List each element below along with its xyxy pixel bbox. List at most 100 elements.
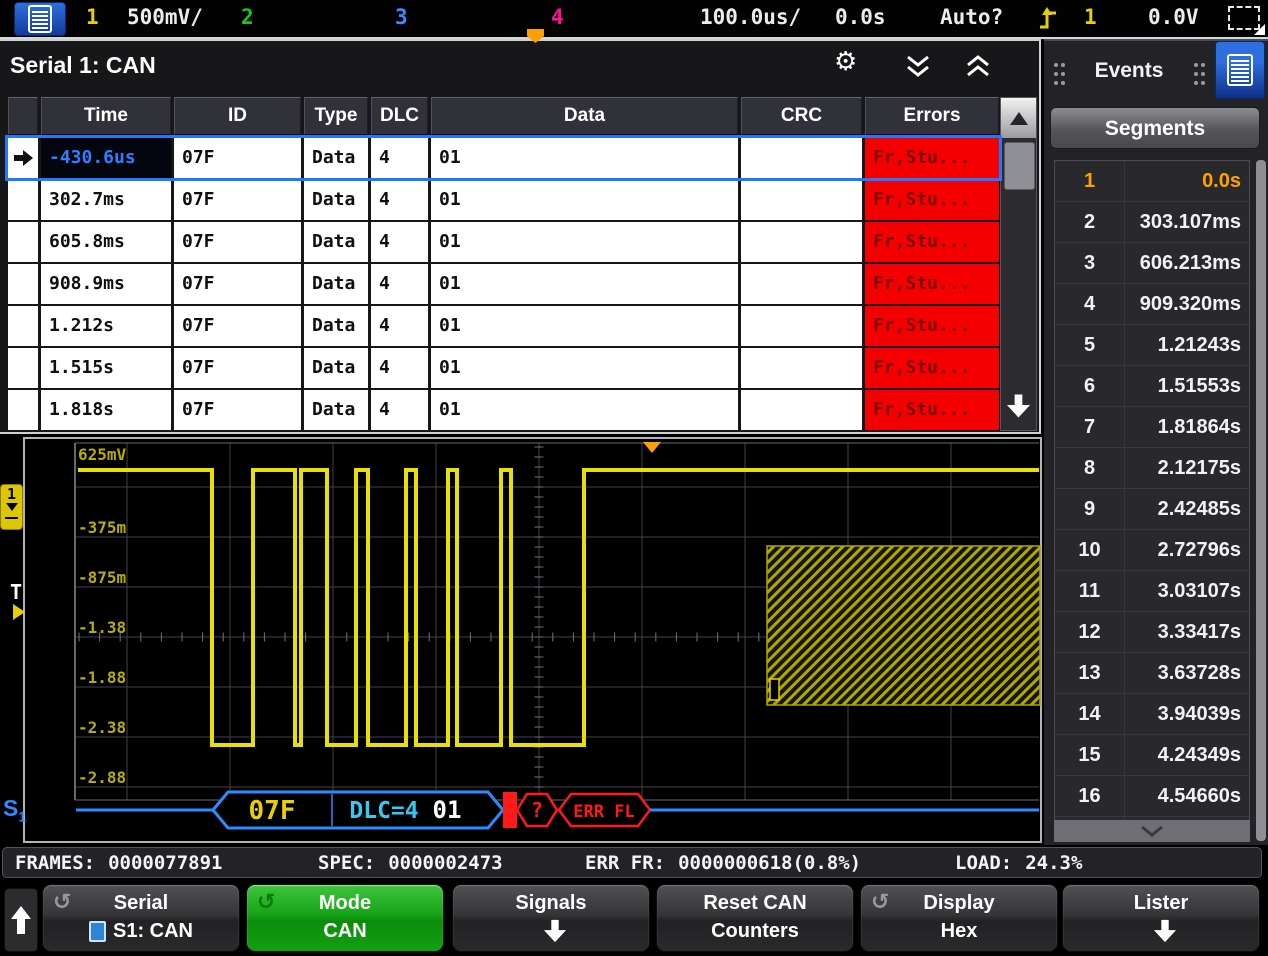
softkey-value: S1: CAN <box>113 920 193 943</box>
cell-type: Data <box>304 306 368 346</box>
softkey-mode[interactable]: ↺ Mode CAN <box>246 884 444 952</box>
channel-3-label[interactable]: 3 <box>395 5 408 29</box>
collapse-down-icon[interactable] <box>904 54 932 85</box>
trigger-level-arrow-icon[interactable] <box>13 604 33 620</box>
segment-number: 8 <box>1055 448 1125 488</box>
cell-dlc: 4 <box>371 138 428 178</box>
cell-time: -430.6us <box>41 138 171 178</box>
frames-counter: FRAMES:0000077891 <box>15 852 222 874</box>
timebase-value[interactable]: 100.0us/ <box>700 5 801 29</box>
segments-scrollbar[interactable] <box>1256 160 1266 841</box>
softkey-reset-can[interactable]: ↺ Reset CAN Counters <box>656 884 854 952</box>
segment-time: 4.24349s <box>1125 735 1249 775</box>
trigger-level-marker-label[interactable]: T <box>10 580 22 604</box>
cell-dlc: 4 <box>371 306 428 346</box>
trigger-level[interactable]: 0.0V <box>1148 5 1199 29</box>
cell-errors: Fr,Stu... <box>865 306 999 346</box>
segment-row[interactable]: 11 3.03107s <box>1055 571 1249 612</box>
trigger-mode[interactable]: Auto? <box>940 5 1003 29</box>
segments-tab-button[interactable]: Segments <box>1050 107 1260 149</box>
lister-header-row: Time ID Type DLC Data CRC Errors <box>8 97 999 135</box>
channel-4-label[interactable]: 4 <box>551 5 564 29</box>
softkey-value: Counters <box>711 920 799 943</box>
segment-time: 909.320ms <box>1125 284 1249 324</box>
softkey-display[interactable]: ↺ Display Hex <box>860 884 1058 952</box>
segment-row[interactable]: 6 1.51553s <box>1055 366 1249 407</box>
row-marker-cell <box>8 306 38 346</box>
channel-1-label[interactable]: 1 <box>86 5 99 29</box>
segment-row[interactable]: 13 3.63728s <box>1055 653 1249 694</box>
cell-id: 07F <box>174 180 301 220</box>
softkey-top-row: ↺ Reset CAN <box>657 892 853 916</box>
segment-row[interactable]: 4 909.320ms <box>1055 284 1249 325</box>
channel-1-ground-marker[interactable]: 1 <box>0 484 23 530</box>
segment-row[interactable]: 16 4.54660s <box>1055 776 1249 817</box>
row-marker-cell <box>8 390 38 430</box>
axis-label: -1.38 <box>78 618 126 637</box>
expand-up-icon[interactable] <box>964 54 992 85</box>
grip-dots-icon[interactable] <box>1192 61 1206 92</box>
softkey-label: Reset CAN <box>703 892 806 914</box>
table-row[interactable]: 1.818s 07F Data 4 01 Fr,Stu... <box>8 390 999 430</box>
softkey-lister[interactable]: ↺ Lister <box>1062 884 1260 952</box>
softkey-label: Mode <box>319 892 371 914</box>
menu-button[interactable] <box>14 2 66 36</box>
softkey-bottom-row <box>453 918 649 944</box>
scrollbar-thumb[interactable] <box>1004 142 1035 190</box>
cursor-arrow-icon <box>1254 24 1265 35</box>
segment-time: 3.03107s <box>1125 571 1249 611</box>
region-select-icon[interactable] <box>1228 6 1260 30</box>
cell-type: Data <box>304 222 368 262</box>
row-marker-cell <box>8 264 38 304</box>
lister-panel-toggle-button[interactable] <box>1215 41 1265 99</box>
gear-icon[interactable]: ⚙ <box>834 47 857 77</box>
softkey-signals[interactable]: ↺ Signals <box>452 884 650 952</box>
segment-number: 14 <box>1055 694 1125 734</box>
softkey-bottom-row: Counters <box>657 918 853 944</box>
segment-row[interactable]: 9 2.42485s <box>1055 489 1249 530</box>
channel-1-marker-label: 1 <box>1 485 22 503</box>
row-marker-cell <box>8 222 38 262</box>
cell-data: 01 <box>431 180 738 220</box>
softkey-serial[interactable]: ↺ Serial S1: CAN <box>42 884 240 952</box>
segments-scroll-more-bar[interactable] <box>1054 820 1250 842</box>
decode-data-text: 01 <box>433 796 462 824</box>
segment-row[interactable]: 5 1.21243s <box>1055 325 1249 366</box>
cell-data: 01 <box>431 390 738 430</box>
open-menu-arrow-icon <box>1152 919 1178 943</box>
scroll-up-button[interactable] <box>1001 98 1036 138</box>
decode-error-block <box>503 792 517 828</box>
error-frames-counter: ERR FR:0000000618(0.8%) <box>585 852 861 874</box>
lister-scrollbar[interactable] <box>1000 97 1037 431</box>
table-row[interactable]: 1.212s 07F Data 4 01 Fr,Stu... <box>8 306 999 346</box>
table-row[interactable]: 302.7ms 07F Data 4 01 Fr,Stu... <box>8 180 999 220</box>
softkey-top-row: ↺ Signals <box>453 892 649 916</box>
cell-time: 302.7ms <box>41 180 171 220</box>
segment-row[interactable]: 3 606.213ms <box>1055 243 1249 284</box>
back-button[interactable] <box>4 888 38 952</box>
segment-row[interactable]: 8 2.12175s <box>1055 448 1249 489</box>
col-header-errors: Errors <box>865 97 999 135</box>
segment-row[interactable]: 14 3.94039s <box>1055 694 1249 735</box>
serial-row-label: S1 <box>3 795 26 825</box>
search-region-overlay[interactable] <box>767 546 1040 705</box>
table-row[interactable]: 1.515s 07F Data 4 01 Fr,Stu... <box>8 348 999 388</box>
segment-row[interactable]: 1 0.0s <box>1055 161 1249 202</box>
table-row[interactable]: 908.9ms 07F Data 4 01 Fr,Stu... <box>8 264 999 304</box>
segment-number: 12 <box>1055 612 1125 652</box>
segment-row[interactable]: 15 4.24349s <box>1055 735 1249 776</box>
segment-row[interactable]: 12 3.33417s <box>1055 612 1249 653</box>
segment-row[interactable]: 7 1.81864s <box>1055 407 1249 448</box>
channel-1-scale[interactable]: 500mV/ <box>127 5 203 29</box>
scroll-down-button[interactable] <box>1006 393 1031 424</box>
cell-crc <box>741 348 862 388</box>
table-row[interactable]: 605.8ms 07F Data 4 01 Fr,Stu... <box>8 222 999 262</box>
softkey-value: Hex <box>941 920 978 943</box>
delay-value[interactable]: 0.0s <box>835 5 886 29</box>
segment-row[interactable]: 10 2.72796s <box>1055 530 1249 571</box>
table-row[interactable]: -430.6us 07F Data 4 01 Fr,Stu... <box>8 138 999 178</box>
channel-2-label[interactable]: 2 <box>241 5 254 29</box>
segment-row[interactable]: 2 303.107ms <box>1055 202 1249 243</box>
can-counters-status-bar: FRAMES:0000077891 SPEC:0000002473 ERR FR… <box>2 847 1262 878</box>
trigger-source[interactable]: 1 <box>1084 5 1097 29</box>
